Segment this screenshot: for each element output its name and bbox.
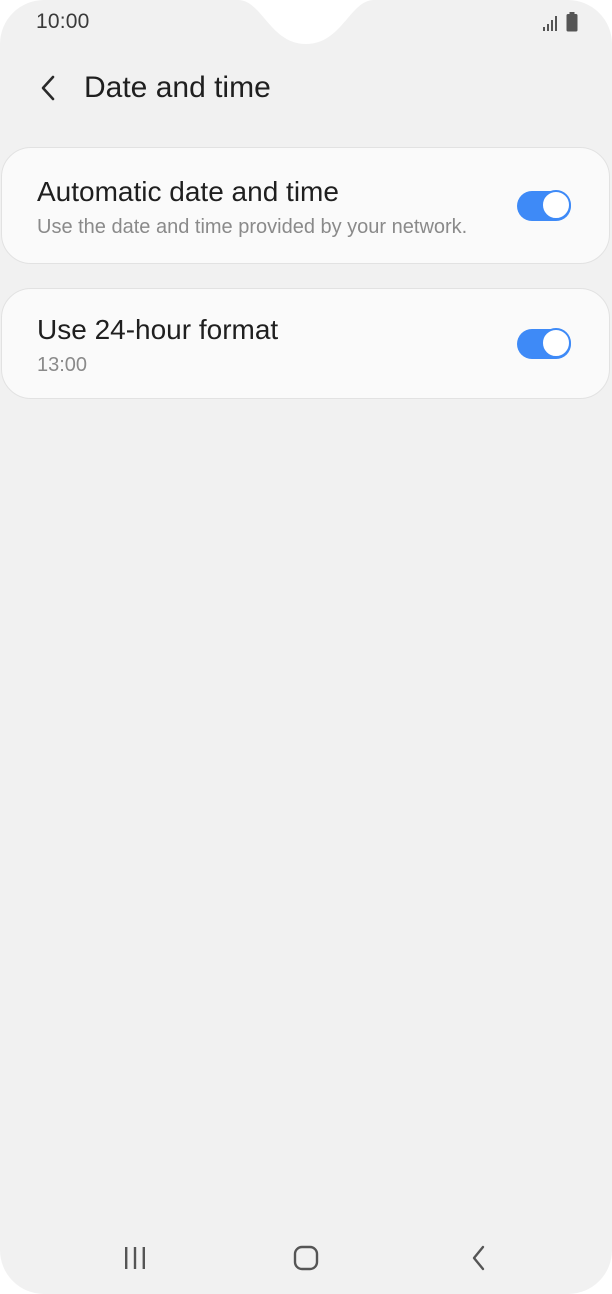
battery-icon bbox=[566, 12, 578, 32]
setting-24-hour-format[interactable]: Use 24-hour format 13:00 bbox=[1, 288, 610, 399]
toggle-knob bbox=[541, 328, 571, 358]
setting-subtitle: Use the date and time provided by your n… bbox=[37, 216, 468, 238]
signal-bars-icon bbox=[543, 16, 557, 31]
automatic-date-time-toggle[interactable] bbox=[517, 190, 571, 221]
back-button[interactable] bbox=[28, 64, 68, 112]
status-time: 10:00 bbox=[36, 10, 90, 33]
24-hour-format-toggle[interactable] bbox=[517, 328, 571, 359]
nav-home-button[interactable] bbox=[276, 1236, 336, 1280]
status-icons bbox=[542, 12, 578, 32]
nav-recents-button[interactable] bbox=[105, 1236, 165, 1280]
home-icon bbox=[293, 1245, 319, 1271]
setting-automatic-date-time[interactable]: Automatic date and time Use the date and… bbox=[1, 147, 610, 264]
phone-screen: 10:00 Date and time Automatic date and t… bbox=[0, 0, 612, 1294]
page-title: Date and time bbox=[84, 71, 271, 104]
setting-subtitle: 13:00 bbox=[37, 354, 88, 376]
back-icon bbox=[472, 1245, 485, 1271]
setting-title: Use 24-hour format bbox=[37, 314, 279, 345]
recents-icon bbox=[125, 1247, 145, 1269]
nav-back-button[interactable] bbox=[448, 1236, 508, 1280]
chevron-left-icon bbox=[41, 75, 55, 101]
setting-title: Automatic date and time bbox=[37, 176, 339, 207]
toggle-knob bbox=[541, 190, 571, 220]
camera-notch bbox=[238, 0, 374, 44]
